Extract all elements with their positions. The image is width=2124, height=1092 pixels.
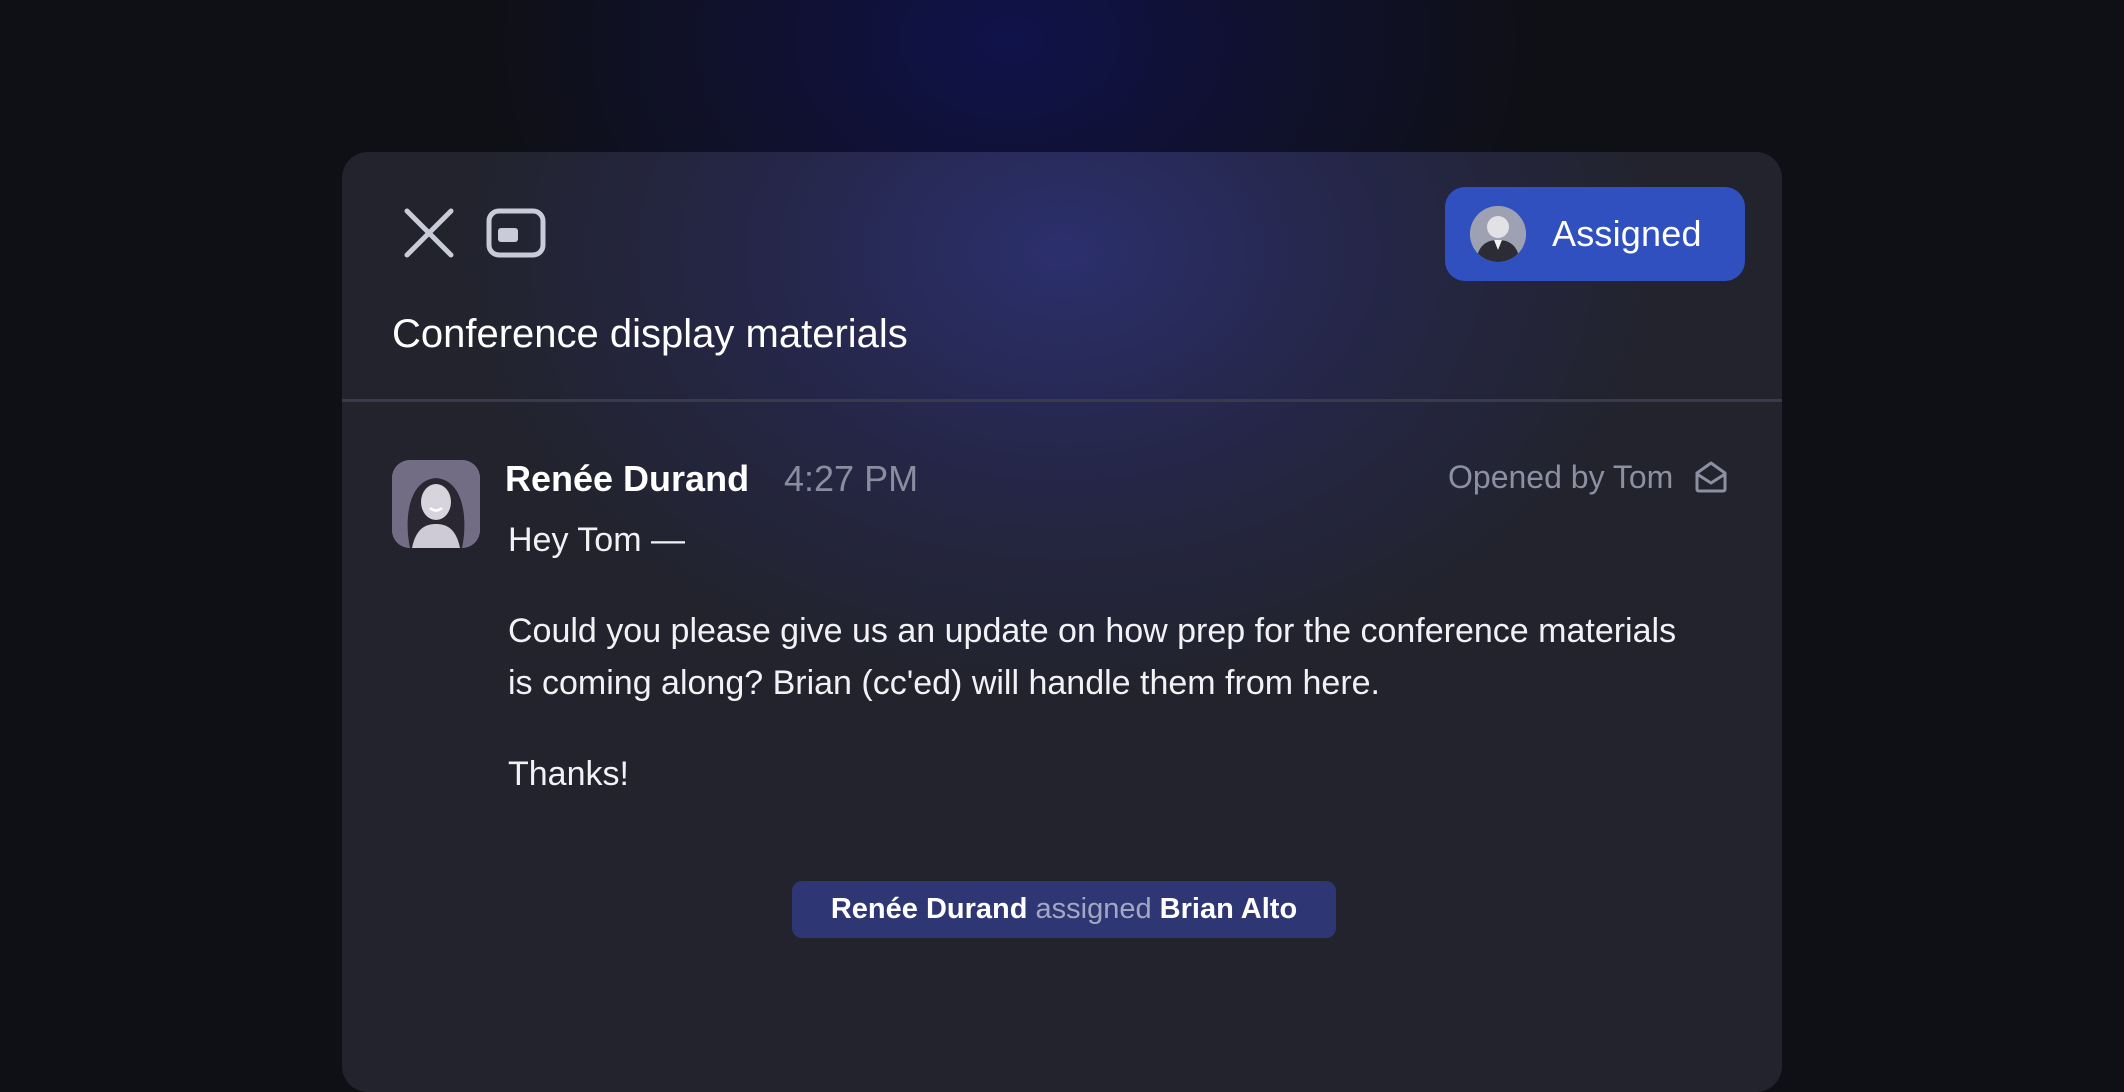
message-greeting: Hey Tom — [508, 521, 685, 559]
message-body-line: is coming along? Brian (cc'ed) will hand… [508, 664, 1380, 702]
popout-window-button[interactable] [486, 208, 546, 258]
message-panel: Assigned Conference display materials Re… [342, 152, 1782, 1092]
close-icon [404, 208, 454, 258]
assigned-label: Assigned [1552, 213, 1702, 254]
activity-actor: Renée Durand [830, 893, 1028, 925]
message-timestamp: 4:27 PM [784, 458, 919, 499]
sender-avatar [392, 460, 480, 548]
assignment-activity-pill: Renée Durand assigned Brian Alto [792, 881, 1336, 938]
window-icon [486, 208, 546, 258]
sender-name[interactable]: Renée Durand [505, 458, 749, 500]
conversation-subject: Conference display materials [392, 312, 908, 356]
close-button[interactable] [402, 206, 456, 260]
assignee-avatar [1470, 206, 1526, 262]
assigned-button[interactable]: Assigned [1445, 187, 1745, 281]
message-body-line: Could you please give us an update on ho… [508, 612, 1677, 650]
activity-action: assigned [1035, 893, 1152, 925]
message-signoff: Thanks! [508, 755, 629, 793]
activity-target: Brian Alto [1159, 893, 1298, 925]
read-receipt-text: Opened by Tom [1448, 459, 1674, 495]
header-divider [342, 399, 1782, 402]
envelope-open-icon [1695, 461, 1727, 493]
